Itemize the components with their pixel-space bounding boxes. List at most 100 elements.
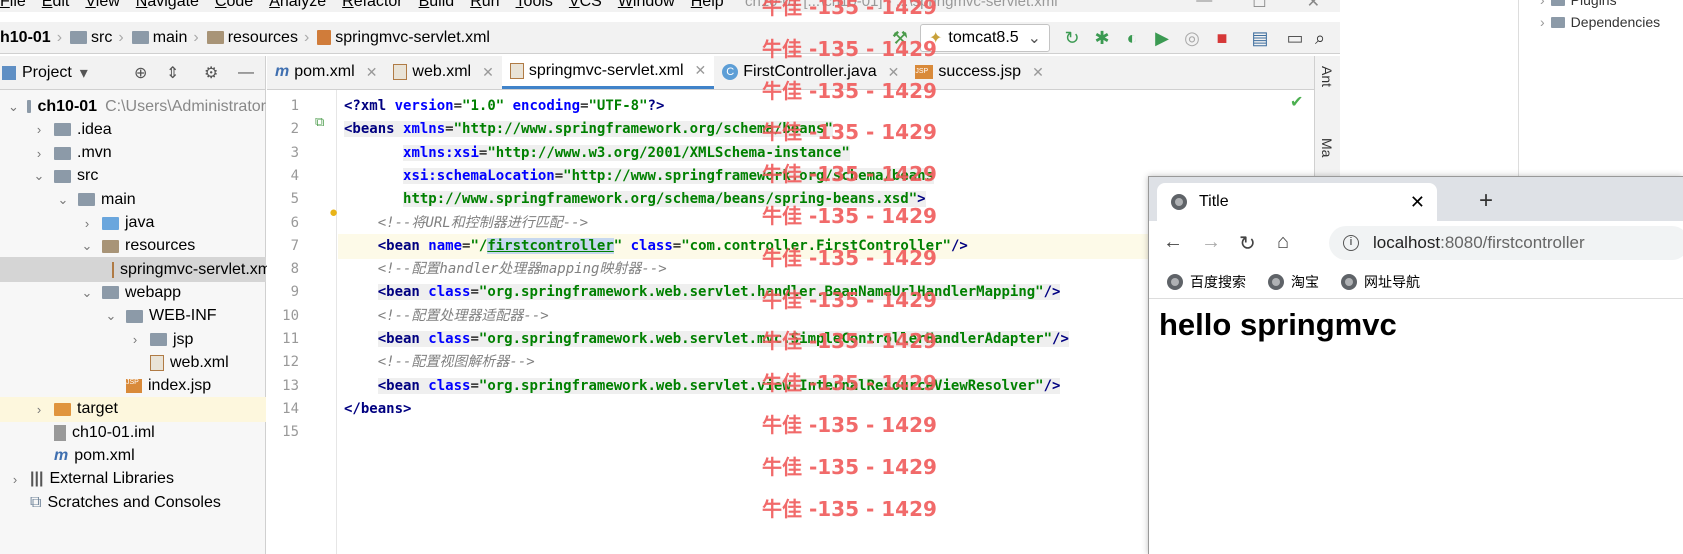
chevron-right-icon[interactable]: › (32, 122, 46, 137)
code-line[interactable]: <?xml version="1.0" encoding="UTF-8"?> (344, 94, 664, 119)
tree-item[interactable]: ⌄ WEB-INF (0, 304, 266, 329)
tree-item[interactable]: springmvc-servlet.xml (0, 257, 275, 283)
tree-item[interactable]: ⌄ src (0, 164, 266, 189)
close-tab-icon[interactable]: ✕ (695, 62, 707, 79)
tree-item[interactable]: › java (0, 211, 266, 236)
menu-item[interactable]: Code (207, 0, 261, 12)
tree-item[interactable]: ⌄ main (0, 187, 266, 212)
debug-icon[interactable]: ✱ (1092, 28, 1112, 48)
run-icon[interactable]: ▶ (1152, 28, 1172, 48)
coverage-icon[interactable]: ◐ (1122, 28, 1142, 48)
code-line[interactable]: <bean class="org.springframework.web.ser… (344, 280, 1061, 305)
hide-icon[interactable]: — (238, 64, 254, 82)
search-icon[interactable]: ⌕ (1310, 28, 1330, 48)
menu-item[interactable]: Analyze (261, 0, 334, 12)
breadcrumb-item[interactable]: src › (70, 29, 132, 47)
maven-row[interactable]: › Dependencies (1540, 14, 1660, 30)
menu-item[interactable]: Build (411, 0, 463, 12)
tree-item[interactable]: ⌄ ch10-01 C:\Users\Administrator (0, 94, 266, 119)
close-tab-icon[interactable]: ✕ (1032, 64, 1044, 81)
locate-icon[interactable]: ⊕ (134, 63, 147, 83)
code-line[interactable]: <!--配置处理器适配器--> (344, 304, 549, 329)
editor-tab[interactable]: springmvc-servlet.xml ✕ (501, 55, 715, 89)
info-icon[interactable]: i (1343, 235, 1359, 251)
bookmark-item[interactable]: 网址导航 (1341, 272, 1420, 292)
minimize-icon[interactable]: — (1196, 0, 1212, 12)
menu-item[interactable]: View (77, 0, 127, 12)
project-structure-icon[interactable]: ▤ (1250, 28, 1270, 48)
forward-icon[interactable]: → (1201, 231, 1221, 254)
new-tab-icon[interactable]: + (1479, 187, 1493, 215)
chevron-down-icon[interactable]: ⌄ (56, 192, 70, 208)
tree-item[interactable]: ch10-01.iml (0, 420, 266, 445)
ant-tool-label[interactable]: Ant (1319, 66, 1335, 87)
menu-item[interactable]: Run (462, 0, 507, 12)
bookmark-item[interactable]: 淘宝 (1268, 272, 1319, 292)
tree-item[interactable]: web.xml (0, 350, 266, 375)
tree-item[interactable]: › target (0, 396, 266, 422)
code-line[interactable]: <!--配置handler处理器mapping映射器--> (344, 257, 667, 282)
project-title[interactable]: Project (22, 64, 72, 82)
lightbulb-icon[interactable]: ● (329, 204, 338, 221)
code-line[interactable]: </beans> (344, 397, 411, 422)
chevron-down-icon[interactable]: ⌄ (104, 308, 118, 324)
breadcrumb-item[interactable]: main › (131, 29, 207, 47)
menu-item[interactable]: VCS (561, 0, 610, 12)
terminal-icon[interactable]: ▭ (1285, 28, 1305, 48)
close-tab-icon[interactable]: ✕ (366, 64, 378, 81)
spring-bean-icon[interactable]: ⧉ (315, 114, 324, 130)
close-tab-icon[interactable]: ✕ (482, 64, 494, 81)
code-line[interactable]: <bean class="org.springframework.web.ser… (344, 327, 1069, 352)
code-line[interactable]: <beans xmlns="http://www.springframework… (344, 117, 833, 142)
menu-item[interactable]: Tools (508, 0, 561, 12)
chevron-right-icon[interactable]: › (32, 146, 46, 161)
tree-item[interactable]: › ||| External Libraries (0, 467, 266, 492)
code-line[interactable]: <!--配置视图解析器--> (344, 350, 535, 375)
tree-item[interactable]: m pom.xml (0, 444, 266, 469)
chevron-right-icon[interactable]: › (80, 216, 94, 231)
chevron-down-icon[interactable]: ⌄ (80, 238, 94, 254)
maven-row[interactable]: › Plugins (1540, 0, 1617, 8)
tree-item[interactable]: ⌄ webapp (0, 280, 266, 305)
tree-item[interactable]: ⌄ resources (0, 234, 266, 259)
editor-tab[interactable]: web.xml ✕ (385, 55, 501, 89)
breadcrumb-item[interactable]: h10-01 › (0, 29, 70, 47)
tree-item[interactable]: JSP index.jsp (0, 374, 266, 399)
back-icon[interactable]: ← (1163, 231, 1183, 254)
chevron-right-icon[interactable]: › (8, 472, 22, 487)
collapse-icon[interactable]: ⇕ (166, 63, 179, 83)
gear-icon[interactable]: ⚙ (204, 63, 218, 83)
chevron-right-icon[interactable]: › (128, 332, 142, 347)
stop-icon[interactable]: ■ (1212, 28, 1232, 48)
breadcrumb-item[interactable]: springmvc-servlet.xml (317, 29, 496, 47)
maximize-icon[interactable]: ☐ (1252, 0, 1266, 12)
address-bar[interactable]: i localhost:8080/firstcontroller (1329, 226, 1683, 260)
close-icon[interactable]: ✕ (1307, 0, 1320, 12)
chevron-down-icon[interactable]: ⌄ (8, 99, 19, 115)
run-config-select[interactable]: ✦ tomcat8.5 ⌄ (920, 24, 1050, 52)
chevron-right-icon[interactable]: › (32, 402, 46, 417)
breadcrumb-item[interactable]: resources › (206, 29, 318, 47)
close-tab-icon[interactable]: ✕ (1410, 192, 1425, 213)
rerun-icon[interactable]: ↻ (1062, 28, 1082, 48)
chevron-down-icon[interactable]: ⌄ (32, 168, 46, 184)
code-line[interactable]: <!--将URL和控制器进行匹配--> (344, 211, 588, 236)
chevron-down-icon[interactable]: ▾ (80, 63, 88, 83)
bookmark-item[interactable]: 百度搜索 (1167, 272, 1246, 292)
menu-item[interactable]: Help (683, 0, 732, 12)
menu-item[interactable]: Window (610, 0, 683, 12)
home-icon[interactable]: ⌂ (1277, 231, 1289, 254)
tree-item[interactable]: › .idea (0, 117, 266, 142)
code-line[interactable]: <bean class="org.springframework.web.ser… (344, 374, 1061, 399)
menu-item[interactable]: File (0, 0, 34, 12)
tree-item[interactable]: › jsp (0, 327, 266, 352)
chevron-down-icon[interactable]: ⌄ (80, 285, 94, 301)
maven-tool-label[interactable]: Ma (1319, 138, 1335, 157)
menu-item[interactable]: Navigate (128, 0, 207, 12)
menu-item[interactable]: Refactor (334, 0, 410, 12)
browser-tab[interactable]: Title ✕ (1157, 183, 1437, 221)
tree-item[interactable]: ⧉ Scratches and Consoles (0, 490, 266, 515)
tree-item[interactable]: › .mvn (0, 141, 266, 166)
reload-icon[interactable]: ↻ (1239, 231, 1256, 256)
profile-icon[interactable]: ◎ (1182, 28, 1202, 48)
